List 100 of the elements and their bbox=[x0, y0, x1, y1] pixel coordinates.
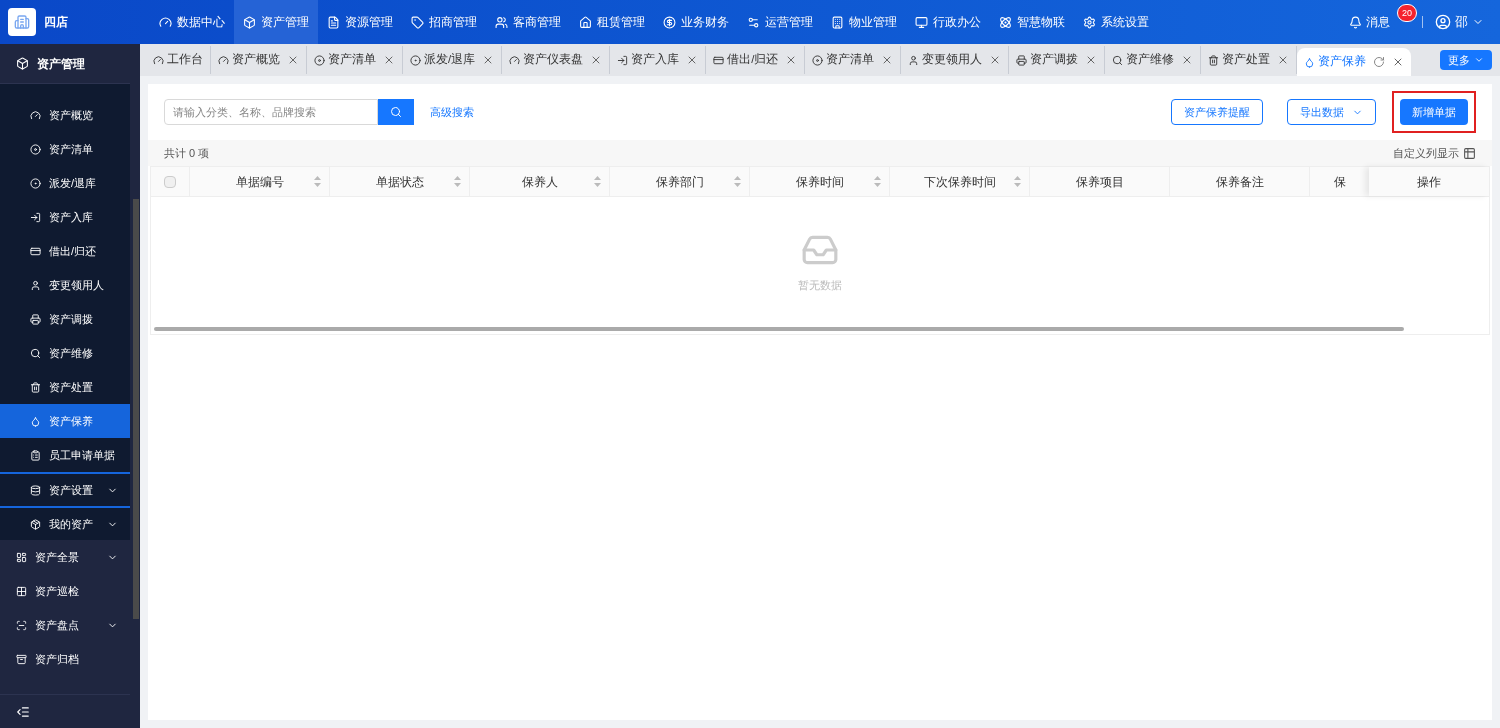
search-button[interactable] bbox=[378, 99, 414, 125]
action-button[interactable]: 资产保养提醒 bbox=[1171, 99, 1263, 125]
gauge-icon bbox=[153, 54, 164, 66]
atom-icon bbox=[999, 15, 1012, 29]
cube-icon bbox=[243, 15, 256, 29]
nav-item[interactable]: 数据中心 bbox=[150, 0, 234, 44]
column-header: 保养部门 bbox=[655, 173, 704, 191]
disc-icon bbox=[812, 54, 824, 66]
action-button[interactable]: 新增单据 bbox=[1400, 99, 1468, 125]
nav-item[interactable]: 行政办公 bbox=[906, 0, 990, 44]
total-count: 共计 0 项 bbox=[164, 145, 210, 161]
target-icon bbox=[30, 177, 41, 189]
advanced-search-link[interactable]: 高级搜索 bbox=[430, 103, 474, 121]
column-header: 保养时间 bbox=[795, 173, 844, 191]
empty-text: 暂无数据 bbox=[798, 277, 842, 293]
custom-columns-button[interactable]: 自定义列显示 bbox=[1393, 144, 1476, 162]
page-tab[interactable]: 资产入库 bbox=[610, 46, 707, 74]
user-menu[interactable]: 邵 bbox=[1435, 12, 1484, 32]
page-tab[interactable]: 资产调拨 bbox=[1009, 46, 1106, 74]
sidebar-item[interactable]: 资产维修 bbox=[0, 336, 130, 370]
refresh-icon[interactable] bbox=[1373, 56, 1386, 68]
column-header: 保 bbox=[1333, 173, 1346, 191]
page-tab[interactable]: 资产保养 bbox=[1297, 48, 1412, 76]
nav-item[interactable]: 系统设置 bbox=[1074, 0, 1158, 44]
sidebar-item[interactable]: 员工申请单据 bbox=[0, 438, 130, 472]
page-tab[interactable]: 资产仪表盘 bbox=[502, 46, 611, 74]
search-icon bbox=[30, 347, 41, 359]
sidebar-item[interactable]: 资产调拨 bbox=[0, 302, 130, 336]
search-icon bbox=[1112, 54, 1124, 66]
trash-icon bbox=[1208, 54, 1220, 66]
nav-item[interactable]: 业务财务 bbox=[654, 0, 738, 44]
gauge-icon bbox=[218, 54, 229, 66]
page-tab[interactable]: 资产清单 bbox=[307, 46, 403, 74]
page-tab[interactable]: 资产概览 bbox=[211, 46, 307, 74]
disc-icon bbox=[30, 143, 41, 155]
clipboard-icon bbox=[30, 449, 41, 461]
printer-icon bbox=[1016, 54, 1028, 66]
database-icon bbox=[30, 484, 41, 496]
trash-icon bbox=[30, 381, 41, 393]
page-tab[interactable]: 资产清单 bbox=[805, 46, 902, 74]
sidebar-item[interactable]: 资产全景 bbox=[0, 540, 130, 574]
tag-icon bbox=[411, 15, 424, 29]
grid-icon bbox=[16, 585, 27, 597]
page-tab[interactable]: 工作台 bbox=[146, 46, 211, 74]
printer-icon bbox=[30, 313, 41, 325]
column-header: 保养人 bbox=[521, 173, 558, 191]
nav-item[interactable]: 资源管理 bbox=[318, 0, 402, 44]
collapse-sidebar-icon[interactable] bbox=[16, 704, 30, 719]
gauge-icon bbox=[30, 109, 41, 121]
sidebar-item[interactable]: 资产处置 bbox=[0, 370, 130, 404]
search-field[interactable]: 请输入分类、名称、品牌搜索 bbox=[164, 99, 378, 125]
sidebar-item[interactable]: 资产保养 bbox=[0, 404, 130, 438]
droplet-icon bbox=[1304, 56, 1316, 68]
nav-item[interactable]: 物业管理 bbox=[822, 0, 906, 44]
sidebar-item[interactable]: 资产概览 bbox=[0, 98, 130, 132]
sidebar-item[interactable]: 变更领用人 bbox=[0, 268, 130, 302]
droplet-icon bbox=[30, 415, 41, 427]
login-arrow-icon bbox=[617, 54, 629, 66]
sidebar-item[interactable]: 资产入库 bbox=[0, 200, 130, 234]
house-icon bbox=[579, 15, 592, 29]
action-button[interactable]: 导出数据 bbox=[1287, 99, 1376, 125]
coin-icon bbox=[663, 15, 676, 29]
card-icon bbox=[713, 54, 725, 66]
column-header: 单据状态 bbox=[375, 173, 424, 191]
page-tab[interactable]: 派发/退库 bbox=[403, 46, 503, 74]
sidebar-item[interactable]: 借出/归还 bbox=[0, 234, 130, 268]
bell-icon bbox=[1349, 15, 1362, 29]
archive-icon bbox=[16, 653, 27, 665]
page-tab[interactable]: 借出/归还 bbox=[706, 46, 806, 74]
sidebar-item[interactable]: 资产归档 bbox=[0, 642, 130, 676]
nav-item[interactable]: 资产管理 bbox=[234, 0, 318, 44]
page-tab[interactable]: 资产维修 bbox=[1105, 46, 1202, 74]
building-icon bbox=[831, 15, 844, 29]
close-icon[interactable] bbox=[287, 54, 299, 66]
column-header: 保养备注 bbox=[1215, 173, 1264, 191]
nav-item[interactable]: 招商管理 bbox=[402, 0, 486, 44]
nav-item[interactable]: 智慧物联 bbox=[990, 0, 1074, 44]
sidebar-item[interactable]: 资产巡检 bbox=[0, 574, 130, 608]
card-icon bbox=[30, 245, 41, 257]
settings-icon bbox=[1083, 15, 1096, 29]
user-icon bbox=[908, 54, 920, 66]
dashboard-icon bbox=[16, 551, 27, 563]
scan-icon bbox=[16, 619, 27, 631]
column-header: 下次保养时间 bbox=[923, 173, 996, 191]
sliders-icon bbox=[747, 15, 760, 29]
gauge-icon bbox=[159, 15, 172, 29]
sidebar-item[interactable]: 资产盘点 bbox=[0, 608, 130, 642]
page-tab[interactable]: 变更领用人 bbox=[901, 46, 1010, 74]
messages-button[interactable]: 消息 bbox=[1349, 13, 1390, 31]
monitor-icon bbox=[915, 15, 928, 29]
nav-item[interactable]: 租赁管理 bbox=[570, 0, 654, 44]
brand-name: 四店 bbox=[44, 14, 68, 31]
close-icon[interactable] bbox=[383, 54, 395, 66]
select-all-checkbox[interactable] bbox=[164, 175, 176, 188]
nav-item[interactable]: 客商管理 bbox=[486, 0, 570, 44]
more-button[interactable]: 更多 bbox=[1440, 50, 1492, 70]
nav-item[interactable]: 运营管理 bbox=[738, 0, 822, 44]
sidebar-item[interactable]: 派发/退库 bbox=[0, 166, 130, 200]
sidebar-item[interactable]: 资产清单 bbox=[0, 132, 130, 166]
table-icon bbox=[1463, 146, 1476, 160]
